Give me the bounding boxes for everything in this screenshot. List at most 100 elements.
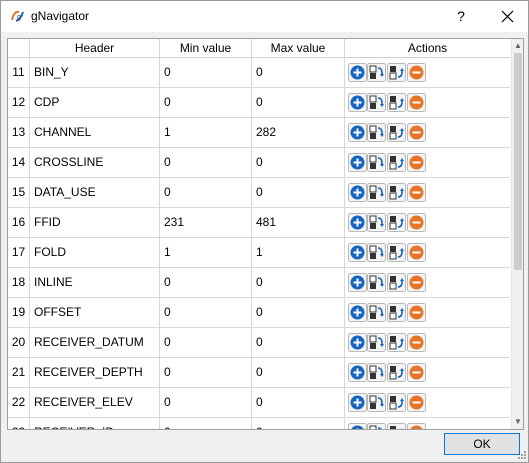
add-icon[interactable]	[348, 243, 367, 262]
add-icon[interactable]	[348, 123, 367, 142]
header-cell[interactable]: RECEIVER_DEPTH	[30, 358, 160, 388]
min-value-cell[interactable]: 0	[160, 358, 252, 388]
max-value-cell[interactable]: 481	[252, 208, 345, 238]
remove-icon[interactable]	[407, 333, 426, 352]
row-number[interactable]: 16	[8, 208, 30, 238]
add-icon[interactable]	[348, 333, 367, 352]
remove-icon[interactable]	[407, 153, 426, 172]
column-header-header[interactable]: Header	[30, 39, 160, 57]
remove-icon[interactable]	[407, 273, 426, 292]
help-button[interactable]: ?	[445, 1, 477, 32]
max-value-cell[interactable]: 0	[252, 148, 345, 178]
min-value-cell[interactable]: 1	[160, 238, 252, 268]
row-number[interactable]: 20	[8, 328, 30, 358]
add-icon[interactable]	[348, 93, 367, 112]
header-cell[interactable]: CDP	[30, 88, 160, 118]
max-value-cell[interactable]: 0	[252, 178, 345, 208]
row-number[interactable]: 12	[8, 88, 30, 118]
min-value-cell[interactable]: 0	[160, 58, 252, 88]
header-cell[interactable]: CHANNEL	[30, 118, 160, 148]
table-row[interactable]: 20 RECEIVER_DATUM 0 0	[8, 328, 510, 358]
column-header-max[interactable]: Max value	[252, 39, 345, 57]
copy-max-icon[interactable]	[387, 333, 406, 352]
header-cell[interactable]: CROSSLINE	[30, 148, 160, 178]
max-value-cell[interactable]: 282	[252, 118, 345, 148]
remove-icon[interactable]	[407, 183, 426, 202]
min-value-cell[interactable]: 0	[160, 268, 252, 298]
copy-min-icon[interactable]	[367, 153, 386, 172]
remove-icon[interactable]	[407, 363, 426, 382]
remove-icon[interactable]	[407, 123, 426, 142]
min-value-cell[interactable]: 0	[160, 418, 252, 429]
table-row[interactable]: 19 OFFSET 0 0	[8, 298, 510, 328]
min-value-cell[interactable]: 0	[160, 328, 252, 358]
max-value-cell[interactable]: 0	[252, 328, 345, 358]
header-cell[interactable]: OFFSET	[30, 298, 160, 328]
remove-icon[interactable]	[407, 93, 426, 112]
max-value-cell[interactable]: 0	[252, 58, 345, 88]
table-row[interactable]: 22 RECEIVER_ELEV 0 0	[8, 388, 510, 418]
copy-min-icon[interactable]	[367, 93, 386, 112]
remove-icon[interactable]	[407, 243, 426, 262]
table-row[interactable]: 21 RECEIVER_DEPTH 0 0	[8, 358, 510, 388]
table-row[interactable]: 11 BIN_Y 0 0	[8, 58, 510, 88]
header-cell[interactable]: FOLD	[30, 238, 160, 268]
column-header-actions[interactable]: Actions	[345, 39, 510, 57]
copy-max-icon[interactable]	[387, 303, 406, 322]
table-row[interactable]: 12 CDP 0 0	[8, 88, 510, 118]
row-number[interactable]: 14	[8, 148, 30, 178]
copy-min-icon[interactable]	[367, 333, 386, 352]
row-number[interactable]: 22	[8, 388, 30, 418]
header-cell[interactable]: RECEIVER_ELEV	[30, 388, 160, 418]
row-number[interactable]: 13	[8, 118, 30, 148]
copy-min-icon[interactable]	[367, 123, 386, 142]
row-number[interactable]: 11	[8, 58, 30, 88]
row-number[interactable]: 21	[8, 358, 30, 388]
remove-icon[interactable]	[407, 423, 426, 429]
copy-max-icon[interactable]	[387, 243, 406, 262]
header-cell[interactable]: DATA_USE	[30, 178, 160, 208]
add-icon[interactable]	[348, 273, 367, 292]
max-value-cell[interactable]: 0	[252, 388, 345, 418]
table-row[interactable]: 23RECEIVER_ID00	[8, 418, 510, 429]
header-cell[interactable]: RECEIVER_DATUM	[30, 328, 160, 358]
header-cell[interactable]: RECEIVER_ID	[30, 418, 160, 429]
copy-max-icon[interactable]	[387, 63, 406, 82]
min-value-cell[interactable]: 0	[160, 148, 252, 178]
remove-icon[interactable]	[407, 213, 426, 232]
row-number[interactable]: 18	[8, 268, 30, 298]
row-number[interactable]: 19	[8, 298, 30, 328]
add-icon[interactable]	[348, 393, 367, 412]
copy-min-icon[interactable]	[367, 273, 386, 292]
add-icon[interactable]	[348, 363, 367, 382]
max-value-cell[interactable]: 1	[252, 238, 345, 268]
header-cell[interactable]: INLINE	[30, 268, 160, 298]
add-icon[interactable]	[348, 303, 367, 322]
copy-max-icon[interactable]	[387, 153, 406, 172]
add-icon[interactable]	[348, 423, 367, 429]
min-value-cell[interactable]: 1	[160, 118, 252, 148]
add-icon[interactable]	[348, 183, 367, 202]
close-button[interactable]	[489, 1, 528, 32]
copy-max-icon[interactable]	[387, 423, 406, 429]
scroll-up-icon[interactable]: ▲	[512, 39, 523, 53]
header-cell[interactable]: BIN_Y	[30, 58, 160, 88]
min-value-cell[interactable]: 0	[160, 388, 252, 418]
copy-min-icon[interactable]	[367, 423, 386, 429]
column-header-min[interactable]: Min value	[160, 39, 252, 57]
table-row[interactable]: 18 INLINE 0 0	[8, 268, 510, 298]
vertical-scrollbar[interactable]: ▲ ▼	[511, 39, 523, 429]
copy-min-icon[interactable]	[367, 213, 386, 232]
max-value-cell[interactable]: 0	[252, 268, 345, 298]
add-icon[interactable]	[348, 213, 367, 232]
min-value-cell[interactable]: 0	[160, 178, 252, 208]
min-value-cell[interactable]: 0	[160, 88, 252, 118]
copy-min-icon[interactable]	[367, 63, 386, 82]
add-icon[interactable]	[348, 63, 367, 82]
add-icon[interactable]	[348, 153, 367, 172]
copy-min-icon[interactable]	[367, 363, 386, 382]
scroll-down-icon[interactable]: ▼	[512, 415, 523, 429]
min-value-cell[interactable]: 231	[160, 208, 252, 238]
max-value-cell[interactable]: 0	[252, 298, 345, 328]
header-cell[interactable]: FFID	[30, 208, 160, 238]
